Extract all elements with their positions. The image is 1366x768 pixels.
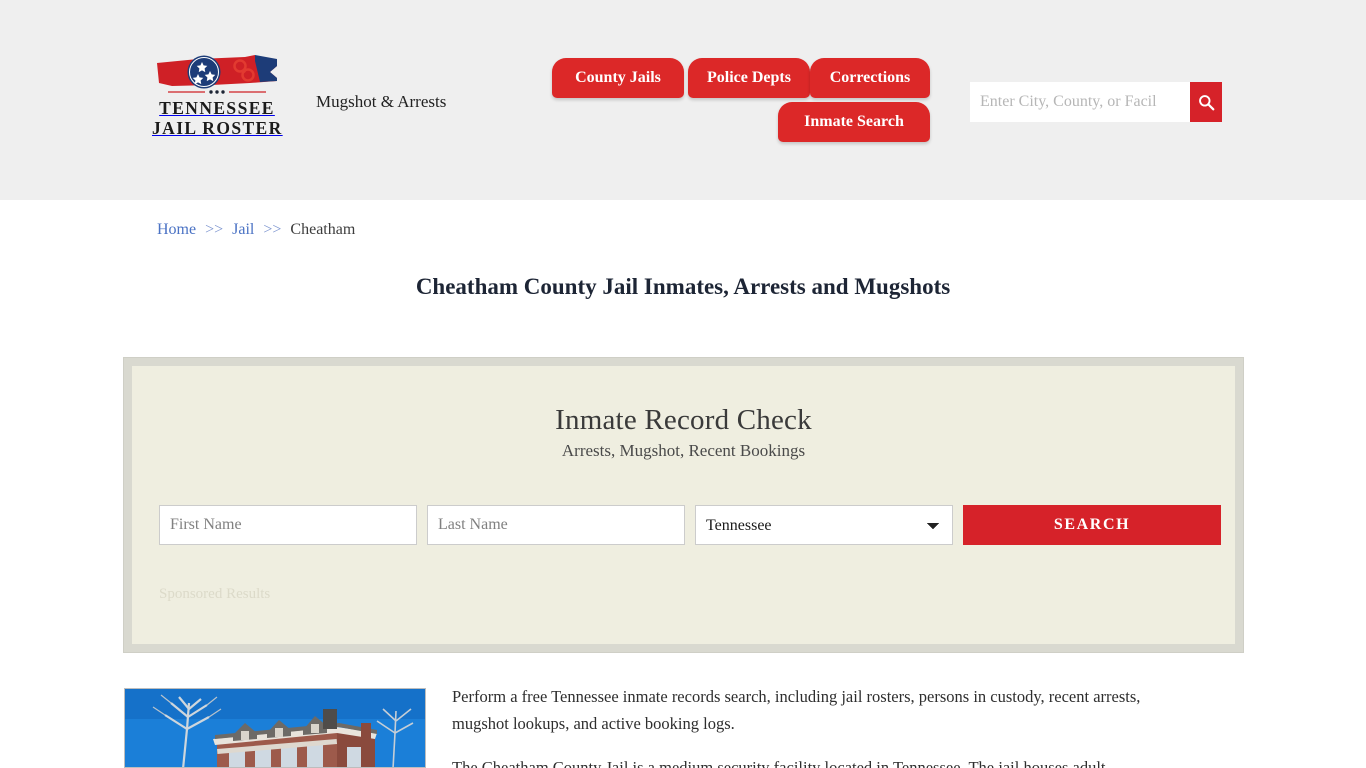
first-name-input[interactable]	[159, 505, 417, 545]
breadcrumb-link-home[interactable]: Home	[157, 221, 196, 238]
breadcrumb-separator-2: >>	[263, 221, 282, 238]
nav-item-county-jails[interactable]: County Jails	[552, 58, 684, 98]
article-paragraph-1: Perform a free Tennessee inmate records …	[452, 688, 1141, 733]
logo-line-2: JAIL ROSTER	[152, 118, 283, 139]
tennessee-state-handcuffs-icon	[157, 55, 277, 94]
sponsored-results-label: Sponsored Results	[159, 586, 271, 602]
breadcrumb-current: Cheatham	[290, 221, 356, 238]
nav-item-inmate-search[interactable]: Inmate Search	[778, 102, 930, 142]
article-paragraph-2: The Cheatham County Jail is a medium sec…	[452, 758, 1106, 768]
panel-title: Inmate Record Check	[555, 404, 812, 436]
breadcrumb-separator: >>	[205, 221, 224, 238]
breadcrumb-link-jail[interactable]: Jail	[232, 221, 254, 238]
breadcrumb: Home >> Jail >> Cheatham	[157, 221, 355, 239]
page-title: Cheatham County Jail Inmates, Arrests an…	[415, 274, 951, 299]
logo-line-1: TENNESSEE	[159, 98, 275, 118]
inmate-search-form: Tennessee SEARCH	[159, 505, 1223, 545]
site-logo[interactable]: TENNESSEE JAIL ROSTER	[152, 46, 282, 139]
main-nav: County Jails Police Depts Corrections In…	[552, 56, 942, 146]
header-search	[970, 82, 1222, 122]
state-select[interactable]: Tennessee	[695, 505, 953, 545]
nav-item-corrections[interactable]: Corrections	[810, 58, 930, 98]
article-content: Perform a free Tennessee inmate records …	[0, 688, 1366, 768]
site-tagline: Mugshot & Arrests	[316, 92, 447, 111]
header-search-button[interactable]	[1190, 82, 1222, 122]
nav-item-police-depts[interactable]: Police Depts	[688, 58, 810, 98]
inmate-record-check-panel: Inmate Record Check Arrests, Mugshot, Re…	[123, 357, 1244, 653]
panel-search-button[interactable]: SEARCH	[963, 505, 1221, 545]
logo-wordmark: TENNESSEE JAIL ROSTER	[152, 98, 282, 139]
facility-thumbnail	[124, 688, 426, 768]
last-name-input[interactable]	[427, 505, 685, 545]
courthouse-photo-icon	[125, 689, 425, 767]
panel-subtitle: Arrests, Mugshot, Recent Bookings	[561, 441, 806, 460]
search-icon	[1198, 94, 1214, 110]
header-search-input[interactable]	[970, 82, 1190, 122]
article-body: Perform a free Tennessee inmate records …	[452, 688, 1197, 768]
site-header: TENNESSEE JAIL ROSTER Mugshot & Arrests …	[0, 0, 1366, 200]
